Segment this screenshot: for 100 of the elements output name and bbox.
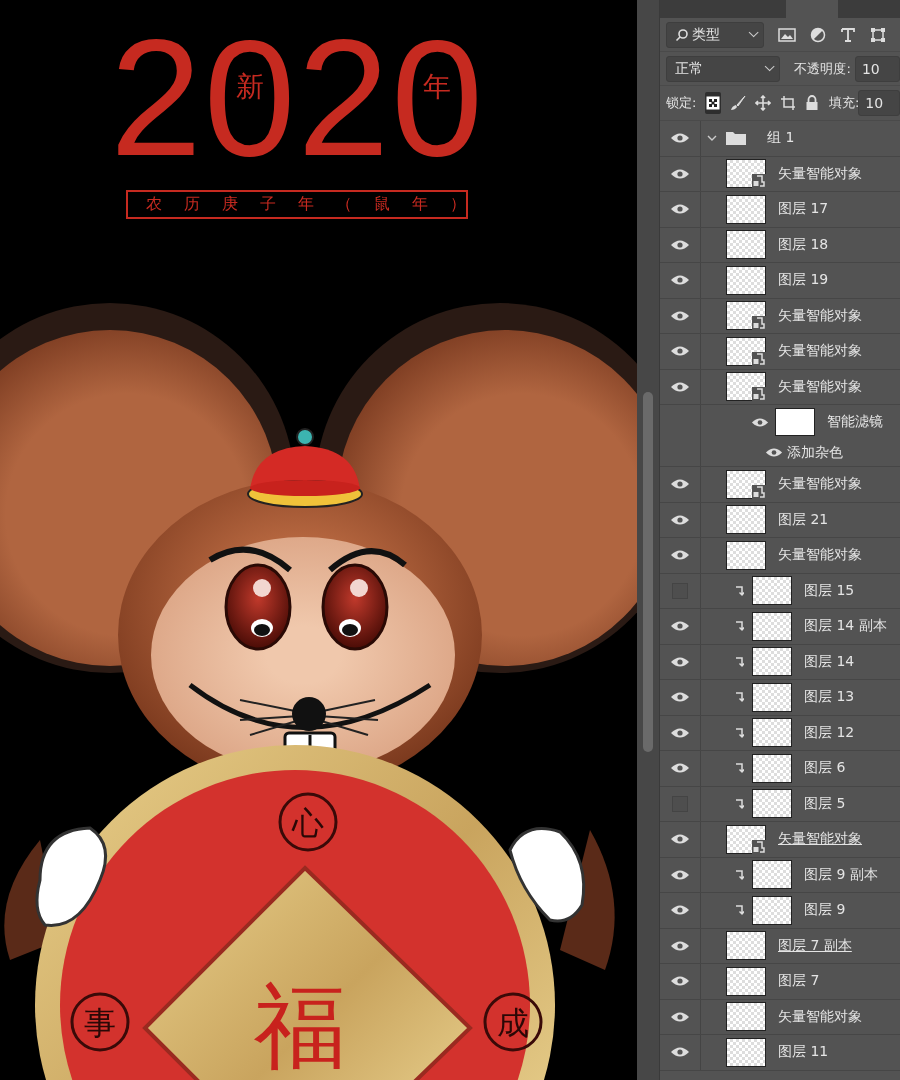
eye-icon[interactable] xyxy=(670,691,690,704)
layer-name[interactable]: 矢量智能对象 xyxy=(778,164,862,183)
eye-icon[interactable] xyxy=(670,345,690,358)
layer-name[interactable]: 组 1 xyxy=(767,129,795,148)
layer-name[interactable]: 图层 13 xyxy=(804,688,855,707)
search-icon xyxy=(675,27,689,42)
layer-thumbnail[interactable] xyxy=(752,860,792,890)
blend-mode-dropdown[interactable]: 正常 xyxy=(666,55,781,82)
smart-object-badge-icon xyxy=(752,484,766,499)
layer-thumbnail[interactable] xyxy=(752,895,792,925)
transform-icon[interactable] xyxy=(870,26,886,43)
filter-mask-thumbnail[interactable] xyxy=(775,408,815,436)
smart-object-badge-icon xyxy=(752,839,766,854)
layer-name[interactable]: 图层 21 xyxy=(778,510,829,529)
layer-thumbnail[interactable] xyxy=(726,931,766,961)
eye-icon[interactable] xyxy=(670,203,690,216)
layer-name[interactable]: 图层 7 xyxy=(778,972,820,991)
eye-icon[interactable] xyxy=(670,868,690,881)
eye-icon[interactable] xyxy=(670,238,690,251)
layer-thumbnail[interactable] xyxy=(726,301,766,331)
layer-name[interactable]: 图层 14 xyxy=(804,652,855,671)
eye-icon[interactable] xyxy=(670,975,690,988)
fill-label: 填充: xyxy=(828,94,860,112)
subtitle-banner: 农历庚子年（鼠年） xyxy=(125,190,468,219)
scrollbar-thumb[interactable] xyxy=(643,392,653,752)
layer-name[interactable]: 图层 12 xyxy=(804,723,855,742)
layer-thumbnail[interactable] xyxy=(726,159,766,189)
eye-icon[interactable] xyxy=(670,655,690,668)
half-circle-icon[interactable] xyxy=(810,26,826,43)
coin-character: 成 xyxy=(497,1004,529,1042)
layer-thumbnail[interactable] xyxy=(726,265,766,295)
layer-thumbnail[interactable] xyxy=(752,576,792,606)
eye-icon[interactable] xyxy=(670,549,690,562)
layer-thumbnail[interactable] xyxy=(726,230,766,260)
eye-icon[interactable] xyxy=(670,478,690,491)
layer-name[interactable]: 矢量智能对象 xyxy=(778,377,862,396)
year-digit: 2 xyxy=(297,18,390,178)
layer-thumbnail[interactable] xyxy=(726,824,766,854)
eye-icon[interactable] xyxy=(670,762,690,775)
smart-object-badge-icon xyxy=(752,387,766,402)
layer-thumbnail[interactable] xyxy=(726,469,766,499)
layer-name[interactable]: 矢量智能对象 xyxy=(778,830,862,849)
type-icon[interactable] xyxy=(840,26,856,43)
eye-icon[interactable] xyxy=(670,939,690,952)
lock-label: 锁定: xyxy=(666,94,697,112)
layer-thumbnail[interactable] xyxy=(726,336,766,366)
layer-name[interactable]: 图层 9 xyxy=(804,901,846,920)
layer-thumbnail[interactable] xyxy=(752,789,792,819)
eye-icon[interactable] xyxy=(670,380,690,393)
year-digit: 2 xyxy=(109,18,202,178)
layer-thumbnail[interactable] xyxy=(752,718,792,748)
move-icon[interactable] xyxy=(754,92,771,114)
layer-thumbnail[interactable] xyxy=(726,966,766,996)
smart-filter-name[interactable]: 智能滤镜 xyxy=(827,413,883,431)
layer-name[interactable]: 图层 6 xyxy=(804,759,846,778)
eye-icon[interactable] xyxy=(670,513,690,526)
layer-name[interactable]: 图层 18 xyxy=(778,235,829,254)
layer-thumbnail[interactable] xyxy=(752,682,792,712)
eye-icon[interactable] xyxy=(670,620,690,633)
eye-icon[interactable] xyxy=(670,309,690,322)
layer-thumbnail[interactable] xyxy=(726,194,766,224)
eye-icon[interactable] xyxy=(670,132,690,145)
coin-center-character: 福 xyxy=(254,973,346,1080)
layer-name[interactable]: 矢量智能对象 xyxy=(778,306,862,325)
eye-icon[interactable] xyxy=(670,274,690,287)
eye-icon[interactable] xyxy=(670,904,690,917)
layer-thumbnail[interactable] xyxy=(726,505,766,535)
eye-icon[interactable] xyxy=(670,1046,690,1059)
layer-name[interactable]: 图层 14 副本 xyxy=(804,617,887,636)
filter-name[interactable]: 添加杂色 xyxy=(787,443,843,462)
layer-name[interactable]: 图层 17 xyxy=(778,200,829,219)
layer-name[interactable]: 矢量智能对象 xyxy=(778,475,862,494)
opacity-label: 不透明度: xyxy=(794,59,851,78)
layer-thumbnail[interactable] xyxy=(726,540,766,570)
checkerboard-icon[interactable] xyxy=(705,92,721,114)
layer-name[interactable]: 矢量智能对象 xyxy=(778,342,862,361)
layer-thumbnail[interactable] xyxy=(752,611,792,641)
layer-name[interactable]: 图层 7 副本 xyxy=(778,936,852,955)
layer-thumbnail[interactable] xyxy=(752,753,792,783)
layer-thumbnail[interactable] xyxy=(726,1002,766,1032)
eye-icon[interactable] xyxy=(670,726,690,739)
layer-name[interactable]: 矢量智能对象 xyxy=(778,546,862,565)
filter-dropdown[interactable]: 类型 xyxy=(666,21,764,48)
fill-field[interactable]: 10 xyxy=(858,90,900,116)
layer-thumbnail[interactable] xyxy=(726,1037,766,1067)
opacity-field[interactable]: 10 xyxy=(854,55,900,82)
layer-name[interactable]: 图层 11 xyxy=(778,1043,829,1062)
layer-thumbnail[interactable] xyxy=(752,647,792,677)
layer-name[interactable]: 矢量智能对象 xyxy=(778,1007,862,1026)
eye-icon[interactable] xyxy=(765,447,783,458)
layer-name[interactable]: 图层 19 xyxy=(778,271,829,290)
layer-name[interactable]: 图层 5 xyxy=(804,794,846,813)
eye-icon[interactable] xyxy=(751,416,769,428)
eye-icon[interactable] xyxy=(670,1010,690,1023)
layer-name[interactable]: 图层 9 副本 xyxy=(804,865,878,884)
layer-name[interactable]: 图层 15 xyxy=(804,581,855,600)
eye-icon[interactable] xyxy=(670,833,690,846)
eye-icon[interactable] xyxy=(670,167,690,180)
layer-thumbnail[interactable] xyxy=(726,372,766,402)
image-icon[interactable] xyxy=(778,27,796,42)
